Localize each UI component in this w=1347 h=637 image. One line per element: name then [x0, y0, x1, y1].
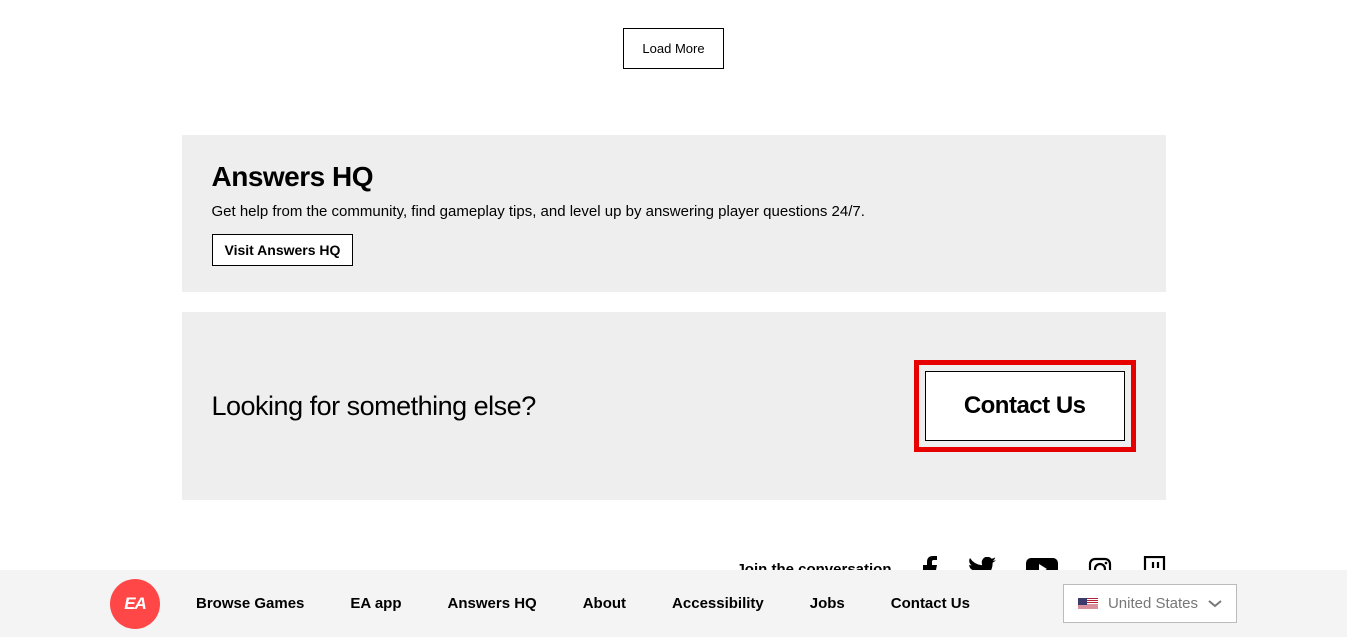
nav-browse-games[interactable]: Browse Games: [196, 595, 304, 612]
flag-us-icon: [1078, 598, 1098, 610]
nav-about[interactable]: About: [583, 595, 626, 612]
load-more-button[interactable]: Load More: [623, 28, 723, 69]
nav-ea-app[interactable]: EA app: [350, 595, 401, 612]
nav-contact-us[interactable]: Contact Us: [891, 595, 970, 612]
nav-jobs[interactable]: Jobs: [810, 595, 845, 612]
contact-question: Looking for something else?: [212, 391, 536, 422]
region-label: United States: [1108, 595, 1198, 612]
contact-panel: Looking for something else? Contact Us: [182, 312, 1166, 500]
ea-logo[interactable]: EA: [110, 579, 160, 629]
footer: EA Browse Games EA app Answers HQ About …: [0, 570, 1347, 637]
visit-answers-hq-button[interactable]: Visit Answers HQ: [212, 234, 354, 266]
answers-hq-desc: Get help from the community, find gamepl…: [212, 203, 1136, 220]
chevron-down-icon: [1208, 600, 1222, 608]
nav-accessibility[interactable]: Accessibility: [672, 595, 764, 612]
contact-us-button[interactable]: Contact Us: [925, 371, 1125, 441]
answers-hq-panel: Answers HQ Get help from the community, …: [182, 135, 1166, 292]
region-selector[interactable]: United States: [1063, 584, 1237, 623]
highlight-box: Contact Us: [914, 360, 1136, 452]
footer-nav: Browse Games EA app Answers HQ About Acc…: [196, 595, 970, 612]
answers-hq-title: Answers HQ: [212, 161, 1136, 193]
nav-answers-hq[interactable]: Answers HQ: [448, 595, 537, 612]
